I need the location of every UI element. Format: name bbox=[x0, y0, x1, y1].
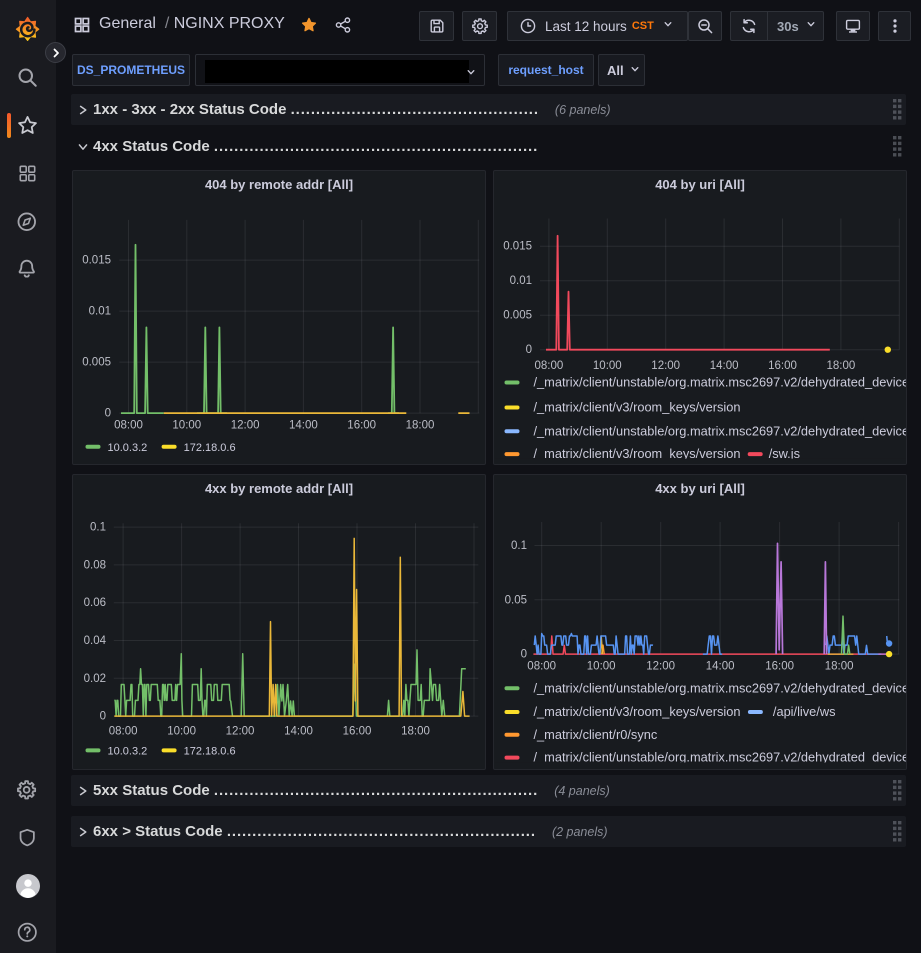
svg-text:12:00: 12:00 bbox=[231, 420, 260, 432]
svg-text:14:00: 14:00 bbox=[289, 420, 318, 432]
svg-text:10.0.3.2: 10.0.3.2 bbox=[108, 745, 148, 757]
svg-text:10:00: 10:00 bbox=[593, 360, 622, 372]
svg-text:08:00: 08:00 bbox=[114, 420, 143, 432]
svg-text:08:00: 08:00 bbox=[109, 725, 138, 737]
svg-text:14:00: 14:00 bbox=[710, 360, 739, 372]
svg-text:0.08: 0.08 bbox=[84, 559, 106, 571]
svg-text:/_matrix/client/r0/sync: /_matrix/client/r0/sync bbox=[534, 727, 658, 742]
svg-text:0.015: 0.015 bbox=[503, 241, 532, 253]
svg-text:18:00: 18:00 bbox=[401, 725, 430, 737]
svg-text:172.18.0.6: 172.18.0.6 bbox=[184, 442, 236, 454]
svg-text:14:00: 14:00 bbox=[284, 725, 313, 737]
svg-text:18:00: 18:00 bbox=[406, 420, 435, 432]
svg-text:18:00: 18:00 bbox=[827, 360, 856, 372]
svg-text:10:00: 10:00 bbox=[172, 420, 201, 432]
svg-text:16:00: 16:00 bbox=[765, 661, 794, 673]
svg-text:172.18.0.6: 172.18.0.6 bbox=[184, 745, 236, 757]
svg-text:10:00: 10:00 bbox=[167, 725, 196, 737]
svg-text:0.005: 0.005 bbox=[503, 310, 532, 322]
svg-text:08:00: 08:00 bbox=[535, 360, 564, 372]
svg-text:18:00: 18:00 bbox=[825, 661, 854, 673]
svg-text:16:00: 16:00 bbox=[343, 725, 372, 737]
svg-text:0: 0 bbox=[105, 408, 111, 420]
svg-text:0.01: 0.01 bbox=[510, 275, 532, 287]
svg-text:10.0.3.2: 10.0.3.2 bbox=[108, 442, 148, 454]
svg-text:0.01: 0.01 bbox=[89, 306, 111, 318]
svg-text:16:00: 16:00 bbox=[768, 360, 797, 372]
svg-text:12:00: 12:00 bbox=[226, 725, 255, 737]
svg-text:12:00: 12:00 bbox=[646, 661, 675, 673]
svg-text:0.1: 0.1 bbox=[511, 540, 527, 552]
svg-text:/_matrix/client/v3/room_keys/v: /_matrix/client/v3/room_keys/version bbox=[534, 400, 741, 415]
svg-text:0.05: 0.05 bbox=[505, 594, 527, 606]
svg-text:/api/live/ws: /api/live/ws bbox=[773, 704, 836, 719]
svg-text:0.015: 0.015 bbox=[82, 255, 111, 267]
svg-text:0.02: 0.02 bbox=[84, 673, 106, 685]
svg-text:14:00: 14:00 bbox=[706, 661, 735, 673]
svg-text:0: 0 bbox=[526, 344, 532, 356]
svg-text:16:00: 16:00 bbox=[347, 420, 376, 432]
svg-text:/_matrix/client/unstable/org.m: /_matrix/client/unstable/org.matrix.msc2… bbox=[534, 375, 908, 390]
svg-text:0: 0 bbox=[521, 649, 527, 661]
svg-text:08:00: 08:00 bbox=[527, 661, 556, 673]
svg-text:0: 0 bbox=[100, 711, 106, 723]
svg-text:/_matrix/client/unstable/org.m: /_matrix/client/unstable/org.matrix.msc2… bbox=[534, 750, 908, 765]
svg-text:0.04: 0.04 bbox=[84, 635, 107, 647]
svg-text:/_matrix/client/unstable/org.m: /_matrix/client/unstable/org.matrix.msc2… bbox=[534, 680, 908, 695]
svg-text:10:00: 10:00 bbox=[587, 661, 616, 673]
svg-text:/_matrix/client/unstable/org.m: /_matrix/client/unstable/org.matrix.msc2… bbox=[534, 423, 908, 438]
svg-text:/_matrix/client/v3/room_keys/v: /_matrix/client/v3/room_keys/version bbox=[534, 704, 741, 719]
svg-text:0.1: 0.1 bbox=[90, 522, 106, 534]
svg-text:0.06: 0.06 bbox=[84, 597, 106, 609]
svg-text:0.005: 0.005 bbox=[82, 357, 111, 369]
svg-text:12:00: 12:00 bbox=[651, 360, 680, 372]
